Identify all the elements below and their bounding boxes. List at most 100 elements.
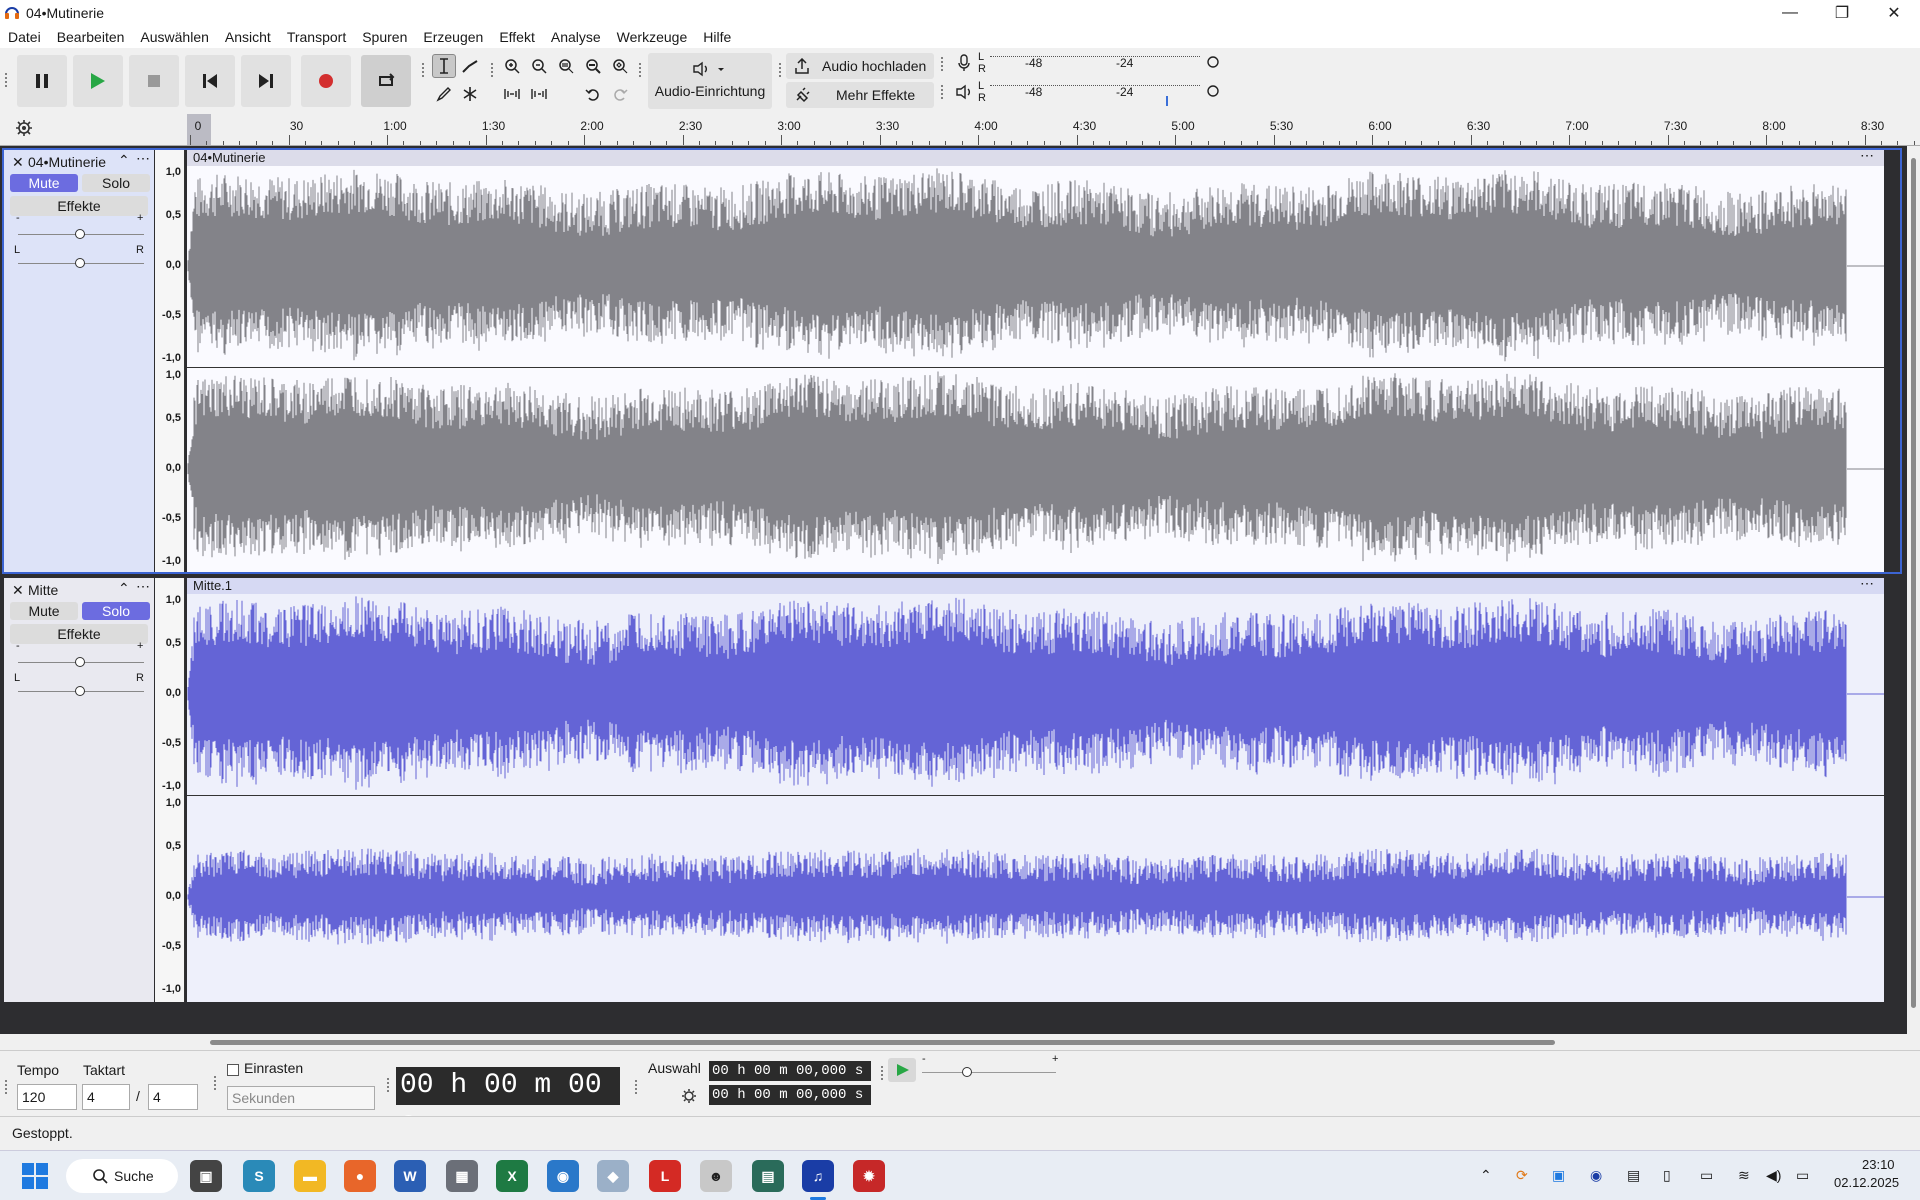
- collapse-icon[interactable]: ⌃: [118, 580, 130, 597]
- playback-speed-slider[interactable]: [922, 1067, 1056, 1077]
- time-signature-grip[interactable]: [4, 1079, 8, 1095]
- waveform-right-channel[interactable]: [187, 797, 1884, 997]
- draw-tool[interactable]: [432, 82, 456, 106]
- timeline-ruler[interactable]: 0 30 1:00 1:30 2:00 2:30 3:00 3:30 4:00 4:30 5:00 5…: [0, 114, 1920, 146]
- snap-unit-select[interactable]: Sekunden: [227, 1086, 375, 1110]
- stop-button[interactable]: [129, 55, 179, 107]
- windows-start-icon[interactable]: [22, 1163, 48, 1189]
- taskbar-search[interactable]: Suche: [66, 1159, 178, 1193]
- clip-title[interactable]: 04•Mutinerie: [187, 150, 1884, 166]
- play-button[interactable]: [73, 55, 123, 107]
- menu-spuren[interactable]: Spuren: [354, 29, 415, 45]
- menu-analyse[interactable]: Analyse: [543, 29, 609, 45]
- maximize-button[interactable]: ❐: [1816, 0, 1868, 26]
- track-name[interactable]: 04•Mutinerie: [28, 154, 106, 170]
- waveform-left-channel[interactable]: [187, 166, 1884, 366]
- display-icon[interactable]: ▭: [1700, 1167, 1713, 1184]
- share-grip[interactable]: [778, 62, 782, 78]
- selection-settings-icon[interactable]: [680, 1087, 698, 1105]
- clip-menu-icon[interactable]: ⋯: [1860, 147, 1874, 164]
- playback-meter[interactable]: L R -48 -24: [978, 80, 1228, 106]
- menu-werkzeuge[interactable]: Werkzeuge: [609, 29, 696, 45]
- gain-slider[interactable]: [18, 657, 144, 667]
- tools-grip[interactable]: [421, 62, 425, 78]
- clock-date[interactable]: 02.12.2025: [1834, 1175, 1899, 1190]
- app-gear-red-icon[interactable]: ✹: [853, 1160, 885, 1192]
- speaker-icon[interactable]: [955, 84, 973, 100]
- gain-knob[interactable]: [75, 657, 85, 667]
- multi-tool[interactable]: [458, 82, 482, 106]
- snap-checkbox[interactable]: [227, 1064, 239, 1076]
- track-control-panel[interactable]: ✕ Mitte ⌃ ⋯ Mute Solo Effekte - + L R: [4, 578, 154, 1002]
- firefox-icon[interactable]: ●: [344, 1160, 376, 1192]
- track-control-panel[interactable]: ✕ 04•Mutinerie ⌃ ⋯ Mute Solo Effekte - +…: [4, 150, 154, 572]
- skip-start-button[interactable]: [185, 55, 235, 107]
- collapse-icon[interactable]: ⌃: [118, 152, 130, 169]
- redo-button[interactable]: [608, 82, 632, 106]
- fit-selection-button[interactable]: [554, 54, 578, 78]
- clock-time[interactable]: 23:10: [1862, 1157, 1895, 1172]
- minimize-button[interactable]: —: [1764, 0, 1816, 26]
- selection-start-time[interactable]: 00 h 00 m 00,000 s: [709, 1061, 871, 1081]
- silence-button[interactable]: [527, 82, 551, 106]
- mute-button[interactable]: Mute: [10, 602, 78, 620]
- waveform-right-channel[interactable]: [187, 369, 1884, 569]
- select-tool[interactable]: [432, 54, 456, 78]
- menu-auswaehlen[interactable]: Auswählen: [132, 29, 217, 45]
- app-screen-icon[interactable]: ▤: [752, 1160, 784, 1192]
- selection-grip[interactable]: [634, 1079, 638, 1095]
- tray-overflow-icon[interactable]: ⌃: [1480, 1167, 1492, 1184]
- selection-end-time[interactable]: 00 h 00 m 00,000 s: [709, 1085, 871, 1105]
- tempo-input[interactable]: 120: [17, 1084, 77, 1110]
- undo-button[interactable]: [581, 82, 605, 106]
- pan-slider[interactable]: [18, 258, 144, 268]
- fit-project-button[interactable]: [581, 54, 605, 78]
- menu-ansicht[interactable]: Ansicht: [217, 29, 279, 45]
- envelope-tool[interactable]: [458, 54, 482, 78]
- mute-button[interactable]: Mute: [10, 174, 78, 192]
- menu-datei[interactable]: Datei: [0, 29, 49, 45]
- track-menu-icon[interactable]: ⋯: [136, 150, 150, 167]
- skip-end-button[interactable]: [241, 55, 291, 107]
- audio-setup-button[interactable]: Audio-Einrichtung: [648, 53, 772, 109]
- audacity-taskbar-icon[interactable]: ♫: [802, 1160, 834, 1192]
- word-icon[interactable]: W: [394, 1160, 426, 1192]
- speed-knob[interactable]: [962, 1067, 972, 1077]
- thunderbird-icon[interactable]: ◉: [547, 1160, 579, 1192]
- vertical-scrollbar[interactable]: [1907, 146, 1920, 1034]
- play-at-speed-button[interactable]: [888, 1058, 916, 1082]
- menu-effekt[interactable]: Effekt: [491, 29, 543, 45]
- gain-knob[interactable]: [75, 229, 85, 239]
- effects-button[interactable]: Effekte: [10, 624, 148, 644]
- time-grip[interactable]: [386, 1077, 390, 1093]
- pause-button[interactable]: [17, 55, 67, 107]
- menu-transport[interactable]: Transport: [279, 29, 354, 45]
- close-button[interactable]: ✕: [1868, 0, 1920, 26]
- clip-title[interactable]: Mitte.1: [187, 578, 1884, 594]
- menu-bearbeiten[interactable]: Bearbeiten: [49, 29, 133, 45]
- record-button[interactable]: [301, 55, 351, 107]
- horizontal-scrollbar[interactable]: [0, 1034, 1920, 1050]
- rec-meter-grip[interactable]: [940, 56, 944, 72]
- effects-button[interactable]: Effekte: [10, 196, 148, 216]
- vertical-scroll-thumb[interactable]: [1911, 158, 1916, 1008]
- volume-icon[interactable]: ◀): [1766, 1167, 1781, 1184]
- battery-icon[interactable]: ▭: [1796, 1167, 1809, 1184]
- menu-erzeugen[interactable]: Erzeugen: [415, 29, 491, 45]
- excel-icon[interactable]: X: [496, 1160, 528, 1192]
- audio-setup-grip[interactable]: [638, 62, 642, 78]
- solo-button[interactable]: Solo: [82, 174, 150, 192]
- close-track-icon[interactable]: ✕: [12, 154, 24, 171]
- app-l-icon[interactable]: L: [649, 1160, 681, 1192]
- app-icon[interactable]: ◆: [597, 1160, 629, 1192]
- zoom-toggle-button[interactable]: [608, 54, 632, 78]
- edit-grip[interactable]: [490, 62, 494, 78]
- time-display[interactable]: 00 h 00 m 00 s: [396, 1067, 620, 1139]
- loop-button[interactable]: [361, 55, 411, 107]
- play-at-speed-grip[interactable]: [880, 1065, 884, 1081]
- pan-slider[interactable]: [18, 686, 144, 696]
- track-menu-icon[interactable]: ⋯: [136, 578, 150, 595]
- update-icon[interactable]: ◉: [1590, 1167, 1602, 1184]
- zoom-in-button[interactable]: [500, 54, 524, 78]
- gain-slider[interactable]: [18, 229, 144, 239]
